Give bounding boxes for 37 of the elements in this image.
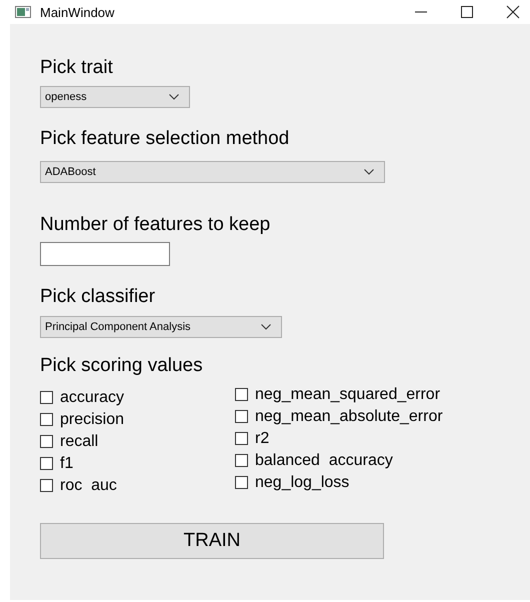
maximize-icon[interactable] xyxy=(460,5,474,19)
checkbox[interactable] xyxy=(40,479,53,492)
train-button[interactable]: TRAIN xyxy=(40,523,384,559)
checkbox-label: f1 xyxy=(60,454,74,472)
checkbox-label: r2 xyxy=(255,430,270,448)
section-heading: Pick feature selection method xyxy=(40,128,290,150)
method-dropdown[interactable]: ADABoost xyxy=(40,161,385,183)
section-heading: Number of features to keep xyxy=(40,214,270,236)
checkbox-label: neg_mean_squared_error xyxy=(255,386,440,404)
close-icon[interactable] xyxy=(506,5,520,19)
checkbox[interactable] xyxy=(235,388,248,401)
section-heading: Pick trait xyxy=(40,57,113,79)
checkbox-label: balanced accuracy xyxy=(255,452,393,470)
checkbox[interactable] xyxy=(40,413,53,426)
checkbox[interactable] xyxy=(40,391,53,404)
feature-count-field[interactable] xyxy=(40,242,170,266)
chevron-icon xyxy=(169,94,179,100)
checkbox-label: precision xyxy=(60,410,124,428)
section-heading: Pick classifier xyxy=(40,286,156,308)
app-icon xyxy=(15,6,31,18)
checkbox-label: accuracy xyxy=(60,388,124,406)
window-title: MainWindow xyxy=(40,4,114,20)
checkbox[interactable] xyxy=(235,454,248,467)
chevron-icon xyxy=(261,324,271,330)
checkbox-label: neg_log_loss xyxy=(255,474,350,492)
checkbox[interactable] xyxy=(235,476,248,489)
checkbox[interactable] xyxy=(235,432,248,445)
checkbox[interactable] xyxy=(40,457,53,470)
chevron-icon xyxy=(364,169,374,175)
checkbox-label: roc auc xyxy=(60,476,117,494)
checkbox-label: recall xyxy=(60,432,98,450)
section-heading: Pick scoring values xyxy=(40,355,203,377)
checkbox-label: neg_mean_absolute_error xyxy=(255,408,443,426)
trait-dropdown[interactable]: openess xyxy=(40,86,190,108)
checkbox[interactable] xyxy=(235,410,248,423)
classifier-dropdown[interactable]: Principal Component Analysis xyxy=(40,316,282,338)
checkbox[interactable] xyxy=(40,435,53,448)
